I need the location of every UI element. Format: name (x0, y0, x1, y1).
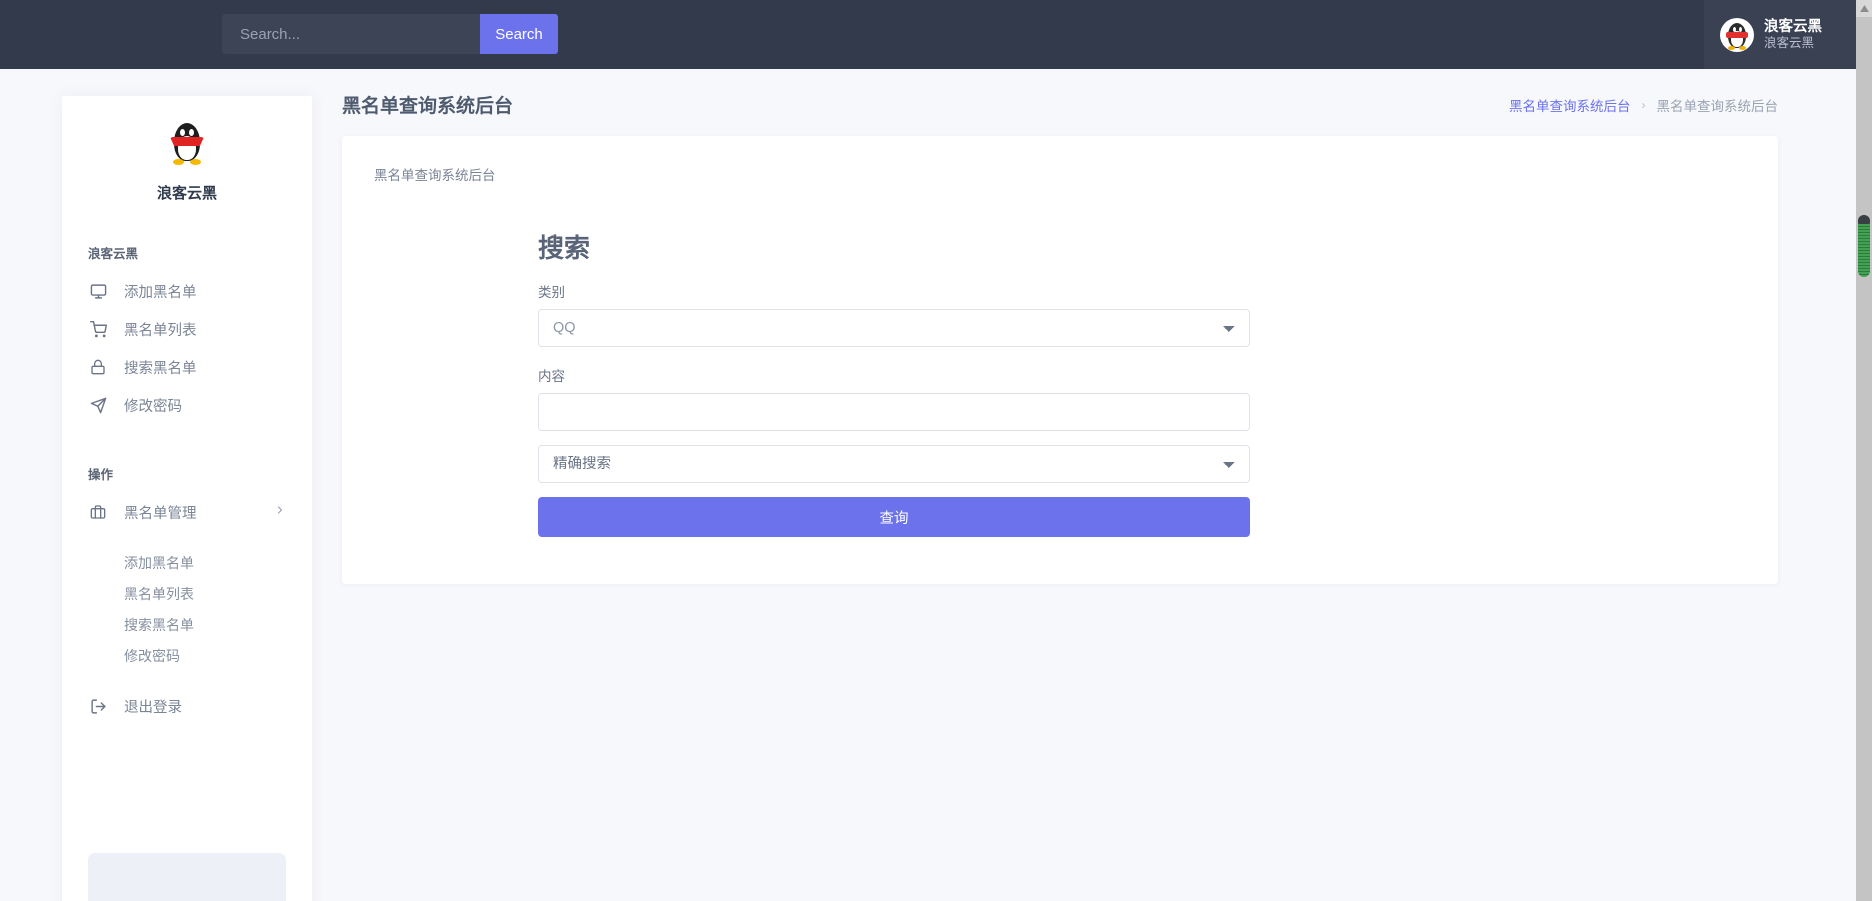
sidebar-group-blacklist-management[interactable]: 黑名单管理 (62, 493, 312, 531)
content-input[interactable] (538, 393, 1250, 431)
user-display-name: 浪客云黑 (1764, 19, 1822, 36)
sidebar-section-title-two: 操作 (62, 464, 312, 483)
qq-penguin-avatar-icon (1720, 18, 1754, 52)
sidebar-item-label: 添加黑名单 (124, 281, 197, 302)
sidebar: 浪客云黑 浪客云黑 添加黑名单 黑名单列表 搜索黑名单 (62, 96, 312, 901)
sidebar-subitem-label: 搜索黑名单 (124, 615, 194, 635)
category-label: 类别 (538, 281, 1250, 301)
card-header-title: 黑名单查询系统后台 (342, 136, 1778, 184)
logout-icon (88, 696, 108, 716)
category-select[interactable]: QQ (538, 309, 1250, 347)
search-mode-select[interactable]: 精确搜索 (538, 445, 1250, 483)
content-label: 内容 (538, 365, 1250, 385)
sidebar-subitem-add-blacklist[interactable]: 添加黑名单 (62, 547, 312, 578)
user-sub-name: 浪客云黑 (1764, 36, 1822, 51)
sidebar-item-search-blacklist[interactable]: 搜索黑名单 (62, 348, 312, 386)
breadcrumb-link[interactable]: 黑名单查询系统后台 (1509, 95, 1631, 115)
sidebar-subitem-label: 黑名单列表 (124, 584, 194, 604)
paper-plane-icon (88, 395, 108, 415)
page-title: 黑名单查询系统后台 (342, 91, 513, 118)
sidebar-subitem-change-password[interactable]: 修改密码 (62, 640, 312, 671)
page-header: 黑名单查询系统后台 黑名单查询系统后台 › 黑名单查询系统后台 (312, 69, 1856, 136)
breadcrumb-current: 黑名单查询系统后台 (1657, 95, 1779, 115)
sidebar-subitem-blacklist-list[interactable]: 黑名单列表 (62, 578, 312, 609)
briefcase-icon (88, 502, 108, 522)
qq-penguin-logo-icon (161, 118, 213, 170)
page-content: 黑名单查询系统后台 黑名单查询系统后台 › 黑名单查询系统后台 黑名单查询系统后… (312, 69, 1856, 901)
form-heading: 搜索 (538, 228, 1250, 265)
global-search: Search (222, 14, 558, 54)
search-input[interactable] (222, 14, 480, 54)
chevron-right-icon (274, 504, 286, 520)
lock-icon (88, 357, 108, 377)
content-card: 黑名单查询系统后台 搜索 类别 QQ 内容 精确搜索 查询 (342, 136, 1778, 584)
scroll-up-arrow-icon[interactable] (1856, 0, 1872, 17)
breadcrumb-separator-icon: › (1642, 98, 1646, 112)
shopping-cart-icon (88, 319, 108, 339)
sidebar-promo-card (88, 853, 286, 901)
vertical-scrollbar[interactable] (1856, 0, 1872, 901)
sidebar-item-blacklist-list[interactable]: 黑名单列表 (62, 310, 312, 348)
sidebar-subitem-search-blacklist[interactable]: 搜索黑名单 (62, 609, 312, 640)
search-form: 搜索 类别 QQ 内容 精确搜索 查询 (538, 184, 1250, 537)
sidebar-item-change-password[interactable]: 修改密码 (62, 386, 312, 424)
user-menu[interactable]: 浪客云黑 浪客云黑 (1704, 0, 1856, 69)
monitor-icon (88, 281, 108, 301)
sidebar-subitem-label: 添加黑名单 (124, 553, 194, 573)
sidebar-item-label: 搜索黑名单 (124, 357, 197, 378)
sidebar-brand: 浪客云黑 (62, 96, 312, 203)
sidebar-section-title-one: 浪客云黑 (62, 243, 312, 262)
query-submit-button[interactable]: 查询 (538, 497, 1250, 537)
sidebar-subitem-label: 修改密码 (124, 646, 180, 666)
user-name-block: 浪客云黑 浪客云黑 (1764, 19, 1822, 51)
sidebar-item-label: 黑名单列表 (124, 319, 197, 340)
sidebar-item-logout[interactable]: 退出登录 (62, 687, 312, 725)
sidebar-item-add-blacklist[interactable]: 添加黑名单 (62, 272, 312, 310)
breadcrumb: 黑名单查询系统后台 › 黑名单查询系统后台 (1509, 95, 1778, 115)
scrollbar-thumb[interactable] (1858, 215, 1870, 277)
search-button[interactable]: Search (480, 14, 558, 54)
sidebar-item-label: 退出登录 (124, 696, 182, 717)
sidebar-item-label: 修改密码 (124, 395, 182, 416)
sidebar-group-label: 黑名单管理 (124, 502, 197, 523)
top-navbar: Search 浪客云黑 浪客云黑 (0, 0, 1856, 69)
brand-title: 浪客云黑 (62, 182, 312, 203)
